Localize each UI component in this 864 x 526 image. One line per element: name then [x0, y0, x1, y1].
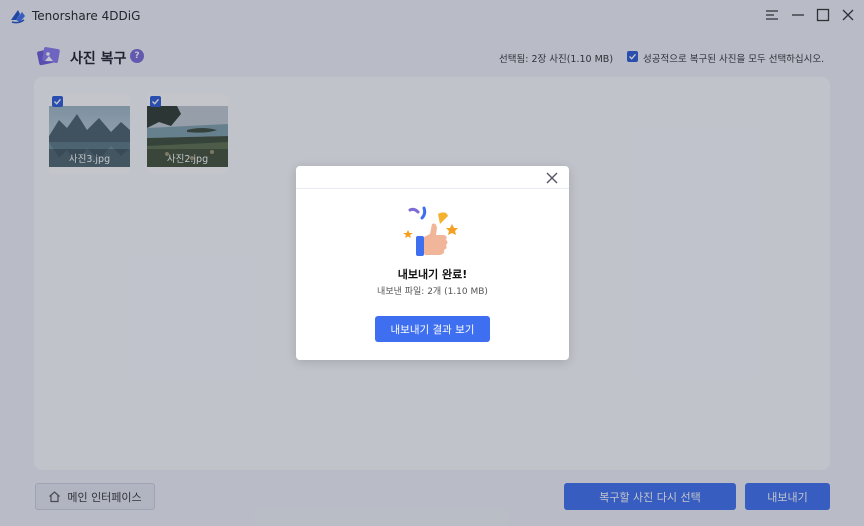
export-complete-dialog: 내보내기 완료! 내보낸 파일: 2개 (1.10 MB) 내보내기 결과 보기: [296, 166, 569, 360]
view-export-result-button[interactable]: 내보내기 결과 보기: [375, 316, 490, 342]
dialog-title: 내보내기 완료!: [397, 268, 468, 281]
thumbs-up-icon: [403, 206, 458, 256]
dialog-subtitle: 내보낸 파일: 2개 (1.10 MB): [377, 287, 488, 297]
dialog-divider: [296, 188, 569, 189]
close-icon[interactable]: [545, 171, 559, 185]
